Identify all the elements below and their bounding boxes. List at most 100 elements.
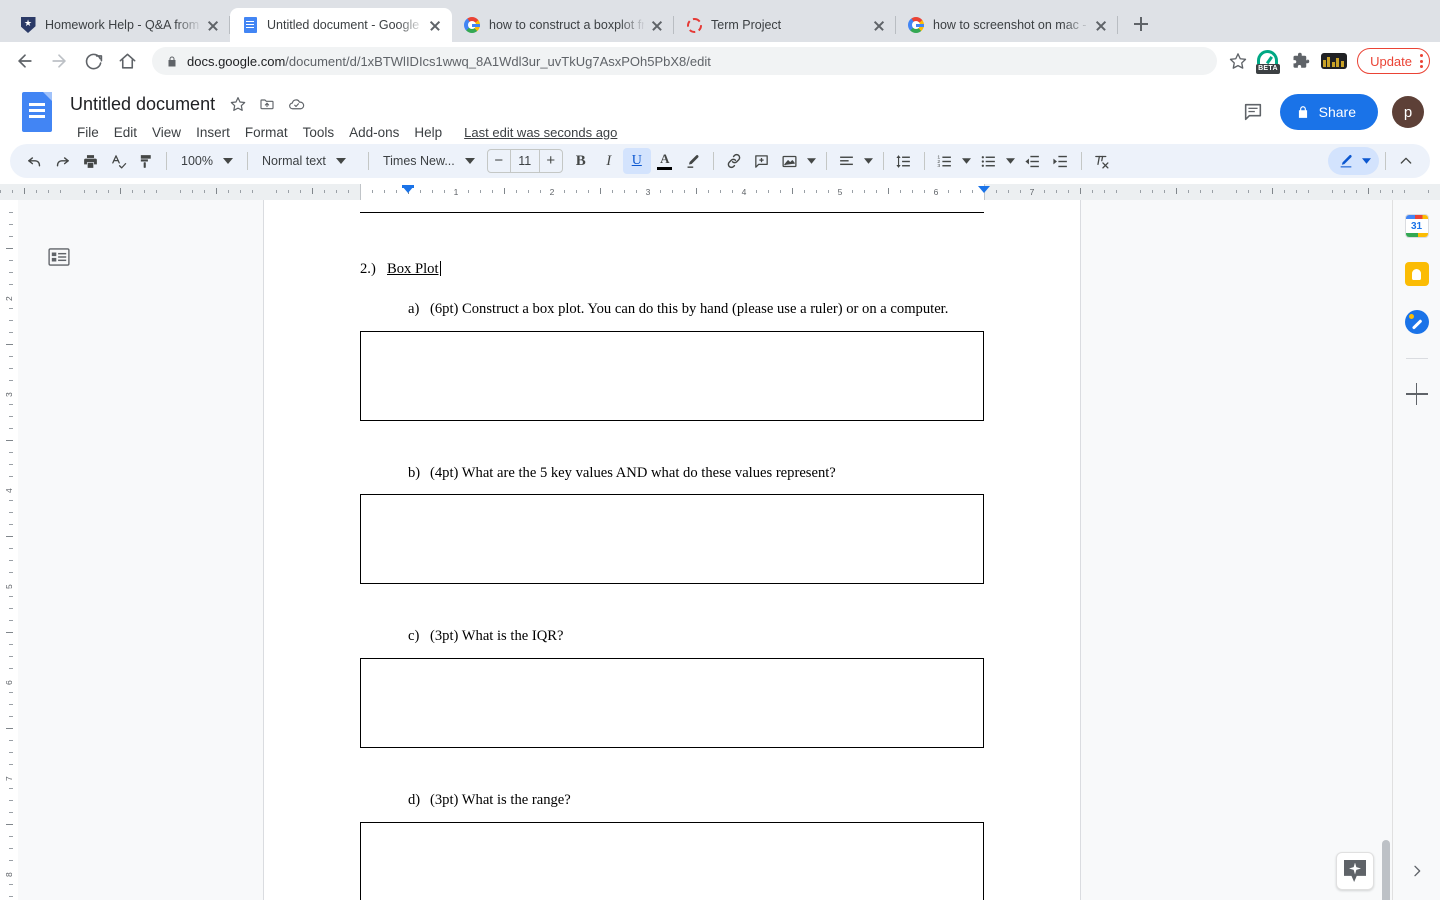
google-keep-icon[interactable] (1404, 262, 1429, 286)
font-selector[interactable]: Times New... (375, 148, 483, 174)
menu-format[interactable]: Format (238, 123, 295, 142)
close-icon[interactable] (648, 16, 666, 34)
menu-help[interactable]: Help (407, 123, 449, 142)
move-to-folder-icon[interactable] (256, 93, 278, 115)
sub-question-c[interactable]: c) (3pt) What is the IQR? (360, 628, 984, 646)
reload-button[interactable] (78, 46, 108, 76)
align-left-icon[interactable] (833, 148, 861, 174)
dark-reader-icon[interactable] (1321, 53, 1348, 69)
address-bar[interactable]: docs.google.com/document/d/1xBTWlIDIcs1w… (152, 47, 1218, 75)
update-button[interactable]: Update (1357, 48, 1430, 74)
paint-format-icon[interactable] (132, 148, 160, 174)
close-icon[interactable] (204, 16, 222, 34)
tab-title: Homework Help - Q&A from On (45, 18, 200, 32)
chrome-menu-icon[interactable] (1420, 54, 1423, 68)
insert-image-icon[interactable] (776, 148, 804, 174)
document-outline-icon[interactable] (44, 244, 74, 270)
google-tasks-icon[interactable] (1404, 310, 1429, 334)
menu-add-ons[interactable]: Add-ons (342, 123, 406, 142)
google-calendar-icon[interactable]: 31 (1404, 214, 1429, 238)
first-line-indent-marker[interactable] (402, 185, 414, 188)
sub-question-d[interactable]: d) (3pt) What is the range? (360, 792, 984, 810)
underline-button[interactable]: U (622, 148, 651, 174)
document-content[interactable]: 2.) Box Plot a) (6pt) Construct a box pl… (360, 212, 984, 900)
saved-to-drive-icon[interactable] (285, 93, 307, 115)
extensions-puzzle-icon[interactable] (1289, 49, 1313, 73)
browser-tab-term-project[interactable]: Term Project (674, 8, 896, 42)
numbered-list-dropdown[interactable] (959, 148, 975, 174)
google-docs-icon[interactable] (22, 92, 58, 139)
highlight-pen-icon[interactable] (679, 148, 707, 174)
text-color-button[interactable]: A (651, 148, 679, 174)
add-ons-plus-icon[interactable] (1405, 383, 1428, 405)
decrease-indent-icon[interactable] (1019, 148, 1047, 174)
italic-button[interactable]: I (595, 148, 623, 174)
star-icon[interactable] (227, 93, 249, 115)
home-button[interactable] (112, 46, 142, 76)
font-size-value[interactable]: 11 (509, 150, 540, 172)
browser-tab-untitled-document[interactable]: Untitled document - Google Do (230, 8, 452, 42)
menu-file[interactable]: File (70, 123, 106, 142)
increase-indent-icon[interactable] (1047, 148, 1075, 174)
browser-tab-homework-help[interactable]: ★ Homework Help - Q&A from On (8, 8, 230, 42)
menu-tools[interactable]: Tools (296, 123, 342, 142)
ruler-margin-boundary[interactable] (360, 184, 361, 200)
last-edit-status[interactable]: Last edit was seconds ago (464, 125, 617, 140)
menu-insert[interactable]: Insert (189, 123, 237, 142)
sub-question-a[interactable]: a) (6pt) Construct a box plot. You can d… (360, 301, 984, 319)
undo-icon[interactable] (20, 148, 48, 174)
close-icon[interactable] (870, 16, 888, 34)
insert-link-icon[interactable] (720, 148, 748, 174)
answer-box-c[interactable] (360, 658, 984, 749)
expand-side-panel-icon[interactable] (1404, 858, 1430, 884)
font-size-increase[interactable]: + (540, 150, 562, 172)
add-comment-icon[interactable] (748, 148, 776, 174)
menu-edit[interactable]: Edit (107, 123, 144, 142)
browser-tab-how-to-construct-boxplot[interactable]: how to construct a boxplot fron (452, 8, 674, 42)
numbered-list-icon[interactable]: 123 (931, 148, 959, 174)
sub-question-b[interactable]: b) (4pt) What are the 5 key values AND w… (360, 465, 984, 483)
clear-formatting-icon[interactable] (1088, 148, 1116, 174)
document-title[interactable]: Untitled document (70, 94, 215, 115)
close-icon[interactable] (426, 16, 444, 34)
document-canvas[interactable]: 2.) Box Plot a) (6pt) Construct a box pl… (18, 200, 1392, 900)
paragraph-style-selector[interactable]: Normal text (254, 148, 362, 174)
comment-history-icon[interactable] (1240, 99, 1266, 125)
question-heading[interactable]: 2.) Box Plot (360, 261, 984, 279)
line-spacing-icon[interactable] (890, 148, 918, 174)
close-icon[interactable] (1092, 16, 1110, 34)
editing-mode-button[interactable] (1328, 147, 1379, 175)
back-button[interactable] (10, 46, 40, 76)
document-page[interactable]: 2.) Box Plot a) (6pt) Construct a box pl… (264, 200, 1080, 900)
new-tab-button[interactable] (1126, 9, 1156, 39)
browser-tab-how-to-screenshot-on-mac[interactable]: how to screenshot on mac - Go (896, 8, 1118, 42)
horizontal-ruler[interactable]: 1 2 3 4 5 6 7 (0, 184, 1440, 200)
forward-button[interactable] (44, 46, 74, 76)
right-indent-marker[interactable] (978, 186, 990, 193)
bulleted-list-dropdown[interactable] (1003, 148, 1019, 174)
menu-view[interactable]: View (145, 123, 188, 142)
avatar[interactable]: p (1392, 96, 1424, 128)
answer-box-a[interactable] (360, 330, 984, 421)
bold-button[interactable]: B (567, 148, 595, 174)
align-dropdown[interactable] (861, 148, 877, 174)
grammar-extension-icon[interactable]: BETA (1256, 49, 1281, 74)
star-icon[interactable] (1225, 48, 1251, 74)
print-icon[interactable] (76, 148, 104, 174)
font-size-decrease[interactable]: − (488, 150, 510, 172)
collapse-toolbar-icon[interactable] (1392, 148, 1420, 174)
zoom-selector[interactable]: 100% (173, 148, 241, 174)
vertical-ruler-label: 6 (4, 680, 14, 685)
answer-box-b[interactable] (360, 494, 984, 585)
share-button[interactable]: Share (1279, 94, 1378, 130)
ruler-track[interactable]: 1 2 3 4 5 6 7 (0, 184, 1440, 200)
bulleted-list-icon[interactable] (975, 148, 1003, 174)
explore-button[interactable] (1336, 852, 1374, 890)
font-size-stepper[interactable]: − 11 + (486, 149, 563, 173)
insert-image-dropdown[interactable] (804, 148, 820, 174)
vertical-scrollbar[interactable] (1382, 840, 1390, 900)
answer-box-d[interactable] (360, 821, 984, 900)
ruler-tick (876, 190, 877, 193)
spellcheck-icon[interactable] (104, 148, 132, 174)
redo-icon[interactable] (48, 148, 76, 174)
